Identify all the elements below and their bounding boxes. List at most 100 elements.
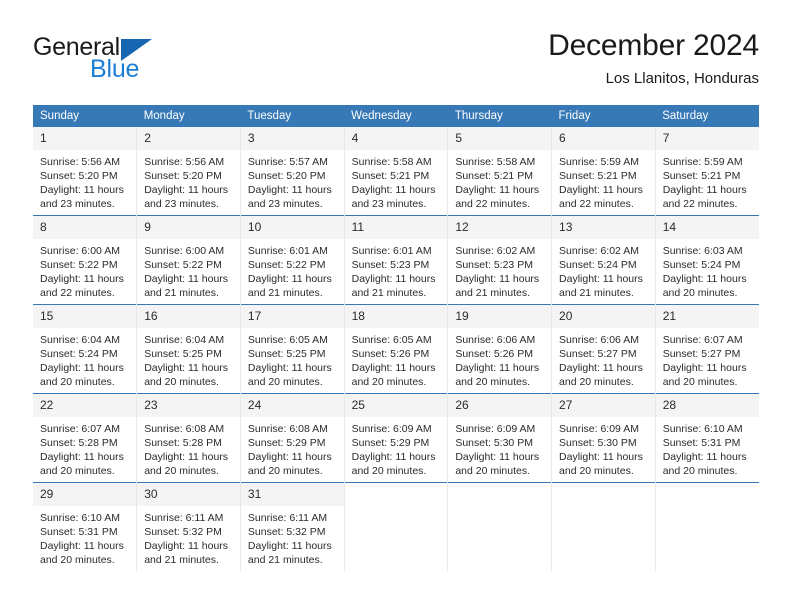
daylight-text: Daylight: 11 hours and 23 minutes.	[351, 184, 436, 210]
calendar-day-cell[interactable]: 10 Sunrise: 6:01 AM Sunset: 5:22 PM Dayligh…	[240, 215, 345, 305]
sunrise-text: Sunrise: 5:56 AM	[144, 156, 225, 168]
calendar-day-cell[interactable]: 20 Sunrise: 6:06 AM Sunset: 5:27 PM Dayligh…	[551, 304, 656, 394]
sunset-text: Sunset: 5:20 PM	[144, 170, 222, 182]
daylight-text: Daylight: 11 hours and 20 minutes.	[144, 362, 229, 388]
calendar-day-cell[interactable]: 18 Sunrise: 6:05 AM Sunset: 5:26 PM Dayligh…	[344, 304, 449, 394]
calendar-week-row: 8 Sunrise: 6:00 AM Sunset: 5:22 PM Daylight…	[33, 215, 759, 305]
sunrise-text: Sunrise: 6:09 AM	[559, 423, 639, 435]
day-sun-info: Sunrise: 6:01 AM Sunset: 5:22 PM Daylight:…	[241, 239, 344, 300]
daylight-text: Daylight: 11 hours and 20 minutes.	[40, 362, 124, 388]
calendar-day-cell[interactable]: 26 Sunrise: 6:09 AM Sunset: 5:30 PM Dayligh…	[447, 393, 553, 483]
calendar-day-cell[interactable]: 2 Sunrise: 5:56 AM Sunset: 5:20 PM Daylight…	[136, 127, 241, 216]
day-number: 1	[33, 127, 137, 150]
calendar-day-cell[interactable]: 13 Sunrise: 6:02 AM Sunset: 5:24 PM Dayligh…	[551, 215, 656, 305]
day-number: 14	[655, 216, 759, 239]
day-number: 17	[240, 305, 344, 328]
calendar-day-cell[interactable]: 21 Sunrise: 6:07 AM Sunset: 5:27 PM Dayligh…	[655, 304, 759, 394]
day-sun-info: Sunrise: 6:02 AM Sunset: 5:23 PM Daylight:…	[448, 239, 551, 300]
sunrise-text: Sunrise: 5:57 AM	[247, 156, 328, 168]
calendar-page: General Blue December 2024 Los Llanitos,…	[0, 0, 792, 612]
calendar-day-cell[interactable]: 5 Sunrise: 5:58 AM Sunset: 5:21 PM Daylight…	[447, 127, 553, 216]
daylight-text: Daylight: 11 hours and 20 minutes.	[559, 451, 643, 477]
daylight-text: Daylight: 11 hours and 21 minutes.	[351, 273, 436, 299]
sunrise-text: Sunrise: 6:10 AM	[40, 512, 120, 524]
calendar-day-cell[interactable]: 28 Sunrise: 6:10 AM Sunset: 5:31 PM Dayligh…	[655, 393, 759, 483]
calendar-day-cell[interactable]: 31 Sunrise: 6:11 AM Sunset: 5:32 PM Dayligh…	[240, 482, 345, 571]
calendar-day-cell[interactable]: 14 Sunrise: 6:03 AM Sunset: 5:24 PM Dayligh…	[655, 215, 759, 305]
page-subtitle-location: Los Llanitos, Honduras	[605, 70, 759, 87]
calendar-day-cell[interactable]: 8 Sunrise: 6:00 AM Sunset: 5:22 PM Daylight…	[33, 215, 138, 305]
sunrise-text: Sunrise: 6:02 AM	[559, 245, 639, 257]
calendar-day-cell[interactable]: 1 Sunrise: 5:56 AM Sunset: 5:20 PM Daylight…	[33, 127, 138, 216]
sunrise-text: Sunrise: 6:07 AM	[662, 334, 743, 346]
calendar-day-cell[interactable]: 4 Sunrise: 5:58 AM Sunset: 5:21 PM Daylight…	[344, 127, 449, 216]
calendar-day-cell[interactable]: 22 Sunrise: 6:07 AM Sunset: 5:28 PM Dayligh…	[33, 393, 138, 483]
calendar-day-cell[interactable]: 3 Sunrise: 5:57 AM Sunset: 5:20 PM Daylight…	[240, 127, 345, 216]
daylight-text: Daylight: 11 hours and 22 minutes.	[40, 273, 124, 299]
calendar-day-cell[interactable]: 23 Sunrise: 6:08 AM Sunset: 5:28 PM Dayligh…	[136, 393, 241, 483]
day-sun-info: Sunrise: 5:59 AM Sunset: 5:21 PM Daylight:…	[552, 150, 655, 211]
calendar-day-cell[interactable]: 24 Sunrise: 6:08 AM Sunset: 5:29 PM Dayligh…	[240, 393, 345, 483]
calendar-header-row: Sunday Monday Tuesday Wednesday Thursday…	[33, 105, 759, 127]
day-sun-info: Sunrise: 6:01 AM Sunset: 5:23 PM Daylight:…	[345, 239, 448, 300]
calendar-day-cell[interactable]: 17 Sunrise: 6:05 AM Sunset: 5:25 PM Dayligh…	[240, 304, 345, 394]
sunset-text: Sunset: 5:30 PM	[455, 437, 533, 449]
calendar-day-cell[interactable]: 11 Sunrise: 6:01 AM Sunset: 5:23 PM Dayligh…	[344, 215, 449, 305]
calendar-day-cell[interactable]: 19 Sunrise: 6:06 AM Sunset: 5:26 PM Dayligh…	[447, 304, 553, 394]
calendar-day-cell[interactable]: 27 Sunrise: 6:09 AM Sunset: 5:30 PM Dayligh…	[551, 393, 656, 483]
sunset-text: Sunset: 5:24 PM	[40, 348, 118, 360]
calendar-day-cell[interactable]: 25 Sunrise: 6:09 AM Sunset: 5:29 PM Dayligh…	[344, 393, 449, 483]
sunrise-text: Sunrise: 6:07 AM	[40, 423, 120, 435]
sunset-text: Sunset: 5:23 PM	[455, 259, 533, 271]
day-sun-info: Sunrise: 6:05 AM Sunset: 5:26 PM Daylight:…	[345, 328, 448, 389]
calendar-empty-cell	[655, 482, 759, 571]
daylight-text: Daylight: 11 hours and 21 minutes.	[455, 273, 540, 299]
day-number: 10	[240, 216, 344, 239]
calendar-day-cell[interactable]: 15 Sunrise: 6:04 AM Sunset: 5:24 PM Dayligh…	[33, 304, 138, 394]
weekday-header-wednesday: Wednesday	[344, 105, 448, 127]
calendar-day-cell[interactable]: 29 Sunrise: 6:10 AM Sunset: 5:31 PM Dayligh…	[33, 482, 138, 571]
day-number: 29	[33, 483, 137, 506]
weekday-header-friday: Friday	[551, 105, 656, 127]
day-number: 8	[33, 216, 137, 239]
generalblue-logo[interactable]: General Blue	[33, 34, 263, 94]
day-number: 31	[240, 483, 344, 506]
daylight-text: Daylight: 11 hours and 20 minutes.	[247, 451, 332, 477]
day-number: 16	[137, 305, 240, 328]
daylight-text: Daylight: 11 hours and 20 minutes.	[662, 273, 747, 299]
day-sun-info: Sunrise: 6:11 AM Sunset: 5:32 PM Daylight:…	[241, 506, 344, 567]
sunset-text: Sunset: 5:28 PM	[144, 437, 222, 449]
sunrise-text: Sunrise: 6:11 AM	[247, 512, 328, 524]
sunrise-text: Sunrise: 5:58 AM	[455, 156, 536, 168]
sunset-text: Sunset: 5:21 PM	[351, 170, 430, 182]
daylight-text: Daylight: 11 hours and 21 minutes.	[144, 540, 229, 566]
day-number: 25	[344, 394, 448, 417]
day-sun-info: Sunrise: 6:10 AM Sunset: 5:31 PM Daylight:…	[33, 506, 136, 567]
calendar-day-cell[interactable]: 16 Sunrise: 6:04 AM Sunset: 5:25 PM Dayligh…	[136, 304, 241, 394]
weekday-header-thursday: Thursday	[447, 105, 552, 127]
sunrise-text: Sunrise: 6:04 AM	[144, 334, 225, 346]
calendar-day-cell[interactable]: 7 Sunrise: 5:59 AM Sunset: 5:21 PM Daylight…	[655, 127, 759, 216]
calendar-day-cell[interactable]: 6 Sunrise: 5:59 AM Sunset: 5:21 PM Daylight…	[551, 127, 656, 216]
sunset-text: Sunset: 5:29 PM	[247, 437, 326, 449]
sunrise-text: Sunrise: 6:02 AM	[455, 245, 536, 257]
sunset-text: Sunset: 5:22 PM	[247, 259, 326, 271]
calendar-day-cell[interactable]: 12 Sunrise: 6:02 AM Sunset: 5:23 PM Dayligh…	[447, 215, 553, 305]
sunrise-text: Sunrise: 6:05 AM	[351, 334, 432, 346]
day-sun-info: Sunrise: 6:09 AM Sunset: 5:30 PM Daylight:…	[552, 417, 655, 478]
calendar-day-cell[interactable]: 30 Sunrise: 6:11 AM Sunset: 5:32 PM Dayligh…	[136, 482, 241, 571]
daylight-text: Daylight: 11 hours and 22 minutes.	[455, 184, 540, 210]
day-number: 13	[552, 216, 655, 239]
sunset-text: Sunset: 5:29 PM	[351, 437, 430, 449]
day-number: 30	[137, 483, 240, 506]
sunrise-text: Sunrise: 6:11 AM	[144, 512, 224, 524]
daylight-text: Daylight: 11 hours and 20 minutes.	[351, 451, 436, 477]
calendar-day-cell[interactable]: 9 Sunrise: 6:00 AM Sunset: 5:22 PM Daylight…	[136, 215, 241, 305]
daylight-text: Daylight: 11 hours and 23 minutes.	[40, 184, 124, 210]
weekday-header-sunday: Sunday	[33, 105, 137, 127]
day-number: 12	[448, 216, 552, 239]
day-sun-info: Sunrise: 6:11 AM Sunset: 5:32 PM Daylight:…	[137, 506, 240, 567]
day-sun-info: Sunrise: 6:06 AM Sunset: 5:27 PM Daylight:…	[552, 328, 655, 389]
daylight-text: Daylight: 11 hours and 20 minutes.	[559, 362, 643, 388]
sunrise-text: Sunrise: 5:59 AM	[559, 156, 639, 168]
